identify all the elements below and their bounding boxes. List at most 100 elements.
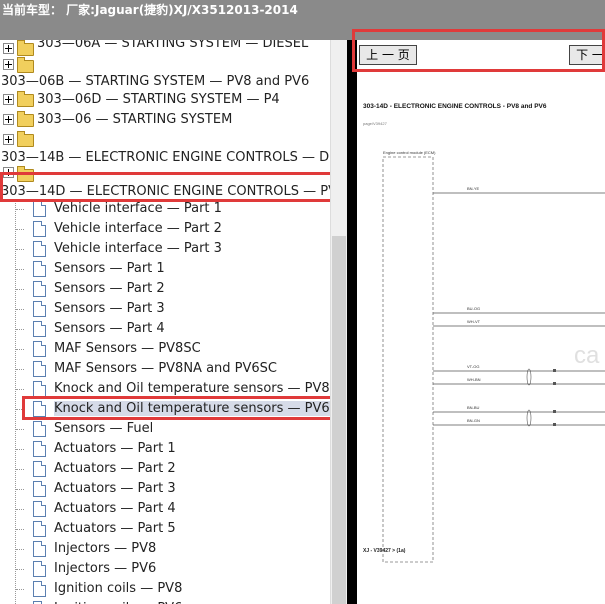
- tree-connector: [16, 349, 24, 350]
- document-icon: [33, 421, 46, 437]
- tree-connector: [16, 309, 24, 310]
- tree-leaf-item[interactable]: Vehicle interface — Part 3: [0, 239, 330, 259]
- tree-connector: [16, 569, 24, 570]
- tree-leaf-item[interactable]: MAF Sensors — PV8NA and PV6SC: [0, 359, 330, 379]
- wiring-diagram: BN-YE BU-OG WH-VT VT-OG WH-BN BN-BU BN-G…: [382, 156, 605, 563]
- tree-node-303-06d[interactable]: 303—06D — STARTING SYSTEM — P4: [0, 90, 330, 110]
- tree-connector: [16, 269, 24, 270]
- tree-leaf-label: Vehicle interface — Part 3: [54, 241, 222, 256]
- tree-leaf-item[interactable]: Injectors — PV6: [0, 559, 330, 579]
- folder-icon: [17, 91, 34, 107]
- expand-icon[interactable]: [3, 114, 14, 125]
- svg-text:BN-YE: BN-YE: [467, 186, 480, 191]
- document-icon: [33, 521, 46, 537]
- tree-node-303-06[interactable]: 303—06 — STARTING SYSTEM: [0, 110, 330, 130]
- tree-leaf-item[interactable]: Sensors — Fuel: [0, 419, 330, 439]
- tree-connector: [16, 589, 24, 590]
- control-module-label: Engine control module (ECM): [383, 150, 436, 155]
- tree-connector: [16, 409, 24, 410]
- tree-leaf-label: MAF Sensors — PV8NA and PV6SC: [54, 361, 277, 376]
- expand-icon[interactable]: [3, 43, 14, 54]
- expand-icon[interactable]: [3, 59, 14, 70]
- tree-connector: [16, 429, 24, 430]
- tree-connector: [16, 289, 24, 290]
- tree-leaf-item[interactable]: Ignition coils — PV6: [0, 599, 330, 604]
- tree-leaf-item[interactable]: MAF Sensors — PV8SC: [0, 339, 330, 359]
- tree-node-folder[interactable]: [0, 130, 330, 150]
- tree-node-label: 303—06D — STARTING SYSTEM — P4: [37, 92, 280, 107]
- tree-leaf-item[interactable]: Knock and Oil temperature sensors — PV6: [0, 399, 330, 419]
- tree-leaf-item[interactable]: Ignition coils — PV8: [0, 579, 330, 599]
- tree-scrollbar[interactable]: [330, 40, 348, 604]
- tree-leaf-label: Vehicle interface — Part 1: [54, 201, 222, 216]
- collapse-icon[interactable]: [3, 167, 14, 178]
- tree-leaf-label: Sensors — Fuel: [54, 421, 154, 436]
- tree-leaf-label: Actuators — Part 4: [54, 501, 176, 516]
- document-icon: [33, 401, 46, 417]
- tree-leaf-label: Actuators — Part 3: [54, 481, 176, 496]
- folder-open-icon: [17, 166, 34, 182]
- document-icon: [33, 241, 46, 257]
- tree-leaf-item[interactable]: Knock and Oil temperature sensors — PV8: [0, 379, 330, 399]
- tree-leaf-label: Knock and Oil temperature sensors — PV6: [54, 401, 330, 416]
- document-title: 303-14D - ELECTRONIC ENGINE CONTROLS - P…: [363, 103, 547, 110]
- expand-icon[interactable]: [3, 134, 14, 145]
- prev-page-button[interactable]: 上 一 页: [359, 45, 417, 65]
- tree-connector: [16, 489, 24, 490]
- tree-leaf-item[interactable]: Sensors — Part 3: [0, 299, 330, 319]
- svg-text:WH-BN: WH-BN: [467, 377, 481, 382]
- svg-text:BN-BU: BN-BU: [467, 405, 480, 410]
- document-icon: [33, 501, 46, 517]
- tree-connector: [16, 369, 24, 370]
- tree-leaf-item[interactable]: Sensors — Part 4: [0, 319, 330, 339]
- tree-leaf-item[interactable]: Vehicle interface — Part 2: [0, 219, 330, 239]
- document-icon: [33, 361, 46, 377]
- model-tree[interactable]: 303—06A — STARTING SYSTEM — DIESEL 303—0…: [0, 40, 330, 604]
- document-icon: [33, 341, 46, 357]
- folder-icon: [17, 40, 34, 56]
- next-page-button[interactable]: 下 一: [569, 45, 605, 65]
- svg-text:BN-GN: BN-GN: [467, 418, 480, 423]
- tree-leaf-item[interactable]: Actuators — Part 5: [0, 519, 330, 539]
- tree-connector: [16, 249, 24, 250]
- scrollbar-thumb[interactable]: [332, 236, 346, 604]
- tree-leaf-item[interactable]: Actuators — Part 4: [0, 499, 330, 519]
- tree-leaf-label: Sensors — Part 3: [54, 301, 165, 316]
- document-icon: [33, 581, 46, 597]
- tree-leaf-item[interactable]: Sensors — Part 2: [0, 279, 330, 299]
- tree-connector: [16, 229, 24, 230]
- tree-leaf-label: Actuators — Part 2: [54, 461, 176, 476]
- document-icon: [33, 461, 46, 477]
- tree-leaf-label: Sensors — Part 2: [54, 281, 165, 296]
- tree-leaf-item[interactable]: Sensors — Part 1: [0, 259, 330, 279]
- window-title: 当前车型： 厂家:Jaguar(捷豹)XJ/X3512013-2014: [2, 3, 298, 17]
- document-icon: [33, 541, 46, 557]
- document-icon: [33, 261, 46, 277]
- tree-node-label: 303—06A — STARTING SYSTEM — DIESEL: [37, 40, 309, 51]
- svg-text:VT-OG: VT-OG: [467, 364, 479, 369]
- tree-leaf-item[interactable]: Vehicle interface — Part 1: [0, 199, 330, 219]
- tree-leaf-item[interactable]: Injectors — PV8: [0, 539, 330, 559]
- document-page: BN-YE BU-OG WH-VT VT-OG WH-BN BN-BU BN-G…: [357, 40, 605, 604]
- tree-leaf-label: Ignition coils — PV8: [54, 581, 183, 596]
- tree-leaf-item[interactable]: Actuators — Part 3: [0, 479, 330, 499]
- tree-node-303-06b[interactable]: 303—06B — STARTING SYSTEM — PV8 and PV6: [0, 72, 330, 92]
- tree-connector: [16, 509, 24, 510]
- document-icon: [33, 441, 46, 457]
- document-icon: [33, 481, 46, 497]
- window-title-bar: 当前车型： 厂家:Jaguar(捷豹)XJ/X3512013-2014: [0, 0, 605, 40]
- document-footer: XJ - V39427 > (1a): [363, 548, 406, 554]
- document-icon: [33, 221, 46, 237]
- document-icon: [33, 301, 46, 317]
- tree-leaf-label: Knock and Oil temperature sensors — PV8: [54, 381, 330, 396]
- tree-node-label: 303—14D — ELECTRONIC ENGINE CONTROLS — P…: [1, 184, 330, 199]
- tree-leaf-item[interactable]: Actuators — Part 1: [0, 439, 330, 459]
- tree-node-label: 303—06B — STARTING SYSTEM — PV8 and PV6: [1, 74, 310, 89]
- tree-connector: [16, 449, 24, 450]
- document-icon: [33, 201, 46, 217]
- document-icon: [33, 321, 46, 337]
- tree-leaf-label: Injectors — PV6: [54, 561, 157, 576]
- expand-icon[interactable]: [3, 94, 14, 105]
- tree-leaf-item[interactable]: Actuators — Part 2: [0, 459, 330, 479]
- folder-icon: [17, 131, 34, 147]
